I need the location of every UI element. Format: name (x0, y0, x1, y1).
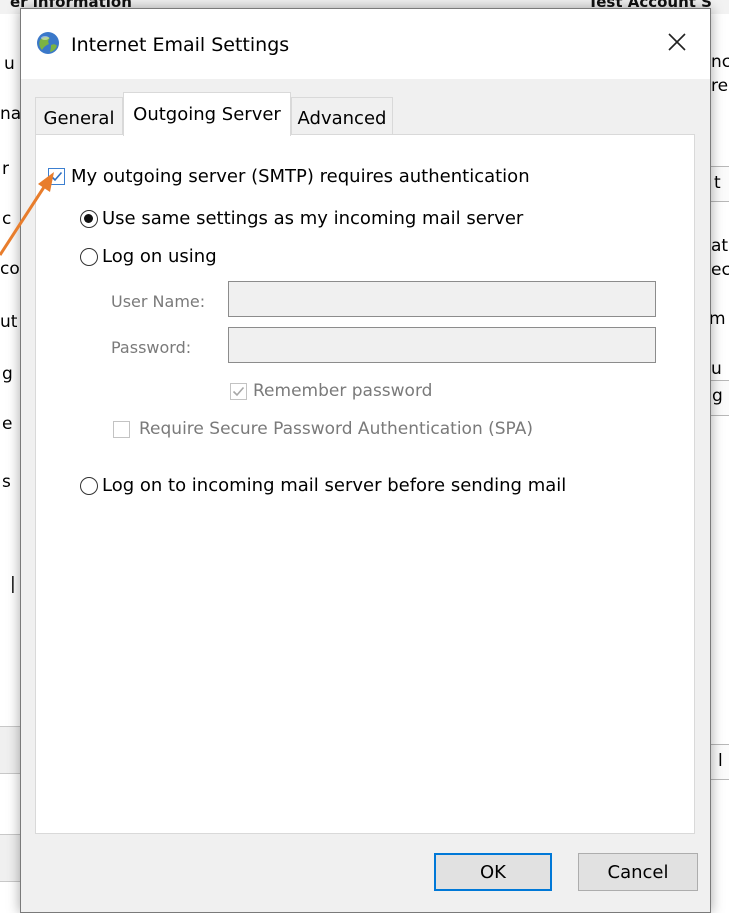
cancel-button[interactable]: Cancel (578, 853, 698, 891)
password-label: Password: (111, 338, 192, 357)
spa-checkbox[interactable] (113, 420, 130, 438)
log-on-using-radio[interactable] (80, 247, 98, 266)
outgoing-server-panel: My outgoing server (SMTP) requires authe… (35, 134, 695, 834)
use-same-settings-radio[interactable] (80, 209, 98, 228)
background-fragment: t (714, 173, 721, 193)
remember-password-row[interactable]: Remember password (230, 381, 432, 401)
background-window-right-edge: nc re t at ec m u g l (709, 14, 729, 911)
log-on-incoming-label: Log on to incoming mail server before se… (102, 475, 567, 496)
ok-button[interactable]: OK (434, 853, 552, 891)
dialog-titlebar: Internet Email Settings (21, 9, 710, 79)
remember-password-checkbox[interactable] (230, 382, 247, 400)
background-fragment: u (711, 359, 722, 379)
spa-row[interactable]: Require Secure Password Authentication (… (113, 419, 533, 439)
requires-auth-label: My outgoing server (SMTP) requires authe… (71, 166, 530, 187)
log-on-using-label: Log on using (102, 246, 217, 267)
background-fragment: | (10, 574, 16, 594)
background-fragment: g (712, 386, 723, 406)
background-fragment: g (2, 364, 13, 384)
log-on-using-row[interactable]: Log on using (80, 246, 217, 267)
tab-advanced[interactable]: Advanced (291, 97, 393, 135)
background-band (0, 834, 20, 882)
requires-auth-row[interactable]: My outgoing server (SMTP) requires authe… (48, 166, 530, 187)
remember-password-label: Remember password (253, 381, 433, 401)
internet-email-globe-icon (36, 31, 60, 55)
background-window-left-edge: u na r c co ut g e s | (0, 14, 20, 911)
background-button: t (709, 166, 729, 202)
dialog-title: Internet Email Settings (71, 34, 290, 56)
background-fragment: e (2, 414, 13, 434)
background-fragment: re (711, 76, 729, 96)
background-fragment: m (709, 309, 726, 329)
background-fragment: nc (711, 52, 729, 72)
annotation-arrow-icon (0, 172, 54, 256)
background-fragment: l (718, 751, 723, 771)
internet-email-settings-dialog: Internet Email Settings General Outgoing… (20, 8, 711, 913)
tab-outgoing-server[interactable]: Outgoing Server (123, 92, 291, 136)
password-input[interactable] (228, 327, 656, 363)
use-same-settings-label: Use same settings as my incoming mail se… (102, 208, 524, 229)
background-fragment: u (4, 54, 15, 74)
background-input: g (709, 380, 729, 416)
log-on-incoming-row[interactable]: Log on to incoming mail server before se… (80, 475, 566, 496)
background-fragment: at (711, 236, 729, 256)
tab-general[interactable]: General (35, 97, 123, 135)
close-icon (668, 33, 686, 55)
background-fragment: na (0, 104, 20, 124)
background-fragment: ut (0, 312, 18, 332)
use-same-settings-row[interactable]: Use same settings as my incoming mail se… (80, 208, 523, 229)
background-band (0, 726, 20, 774)
spa-label: Require Secure Password Authentication (… (139, 419, 533, 439)
log-on-incoming-radio[interactable] (80, 476, 98, 495)
close-button[interactable] (651, 23, 703, 65)
user-name-input[interactable] (228, 281, 656, 317)
background-fragment: co (0, 259, 20, 279)
background-button: l (709, 744, 729, 780)
background-fragment: ec (711, 260, 729, 280)
user-name-label: User Name: (111, 292, 206, 311)
background-fragment: s (2, 472, 11, 492)
